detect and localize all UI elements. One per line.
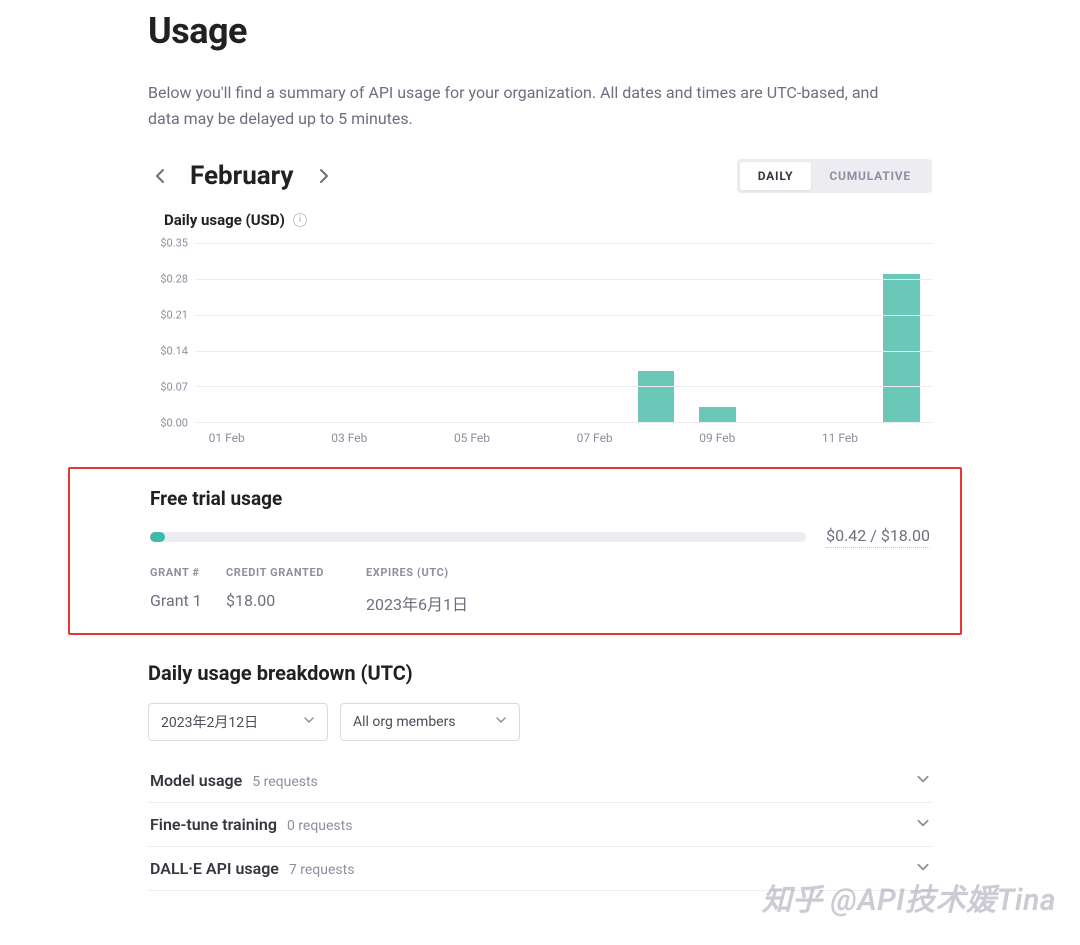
breakdown-row[interactable]: Model usage 5 requests [148, 759, 932, 803]
x-tick: 05 Feb [441, 431, 502, 445]
date-select-value: 2023年2月12日 [161, 712, 258, 732]
bar-slot [380, 243, 441, 422]
month-label: February [190, 161, 294, 191]
gridline [196, 351, 932, 352]
member-select-value: All org members [353, 714, 456, 730]
x-tick: 01 Feb [196, 431, 257, 445]
breakdown-row[interactable]: DALL·E API usage 7 requests [148, 847, 932, 891]
gridline [196, 279, 932, 280]
bar-slot [687, 243, 748, 422]
credit-cell: $18.00 [226, 591, 366, 615]
x-tick [380, 431, 441, 445]
chevron-left-icon [155, 168, 165, 184]
free-trial-progress [150, 532, 806, 542]
y-tick: $0.35 [160, 237, 188, 250]
grant-header: GRANT # [150, 566, 226, 579]
x-tick: 11 Feb [809, 431, 870, 445]
chevron-down-icon [495, 714, 507, 730]
x-tick: 09 Feb [687, 431, 748, 445]
breakdown-name: DALL·E API usage [150, 859, 279, 878]
page-title: Usage [148, 10, 932, 52]
breakdown-count: 0 requests [287, 818, 353, 834]
expires-header: EXPIRES (UTC) [366, 566, 566, 579]
x-tick [503, 431, 564, 445]
free-trial-title: Free trial usage [150, 487, 930, 510]
tab-daily[interactable]: DAILY [740, 162, 812, 190]
daily-usage-chart: Daily usage (USD) i $0.35 $0.28 $0.21 $0.14… [148, 211, 932, 443]
member-select[interactable]: All org members [340, 703, 520, 741]
grant-cell: Grant 1 [150, 591, 226, 615]
expires-cell: 2023年6月1日 [366, 591, 566, 615]
bar[interactable] [638, 371, 675, 422]
bar-slot [748, 243, 809, 422]
chevron-down-icon [916, 771, 930, 790]
breakdown-name: Fine-tune training [150, 815, 277, 834]
gridline [196, 243, 932, 244]
breakdown-name: Model usage [150, 771, 242, 790]
chevron-down-icon [916, 815, 930, 834]
gridline [196, 315, 932, 316]
bar-slot [564, 243, 625, 422]
info-icon[interactable]: i [293, 213, 307, 227]
y-tick: $0.00 [160, 417, 188, 430]
page-description: Below you'll find a summary of API usage… [148, 80, 888, 131]
free-trial-value: $0.42 / $18.00 [826, 526, 930, 548]
breakdown-count: 7 requests [289, 862, 355, 878]
x-tick [625, 431, 686, 445]
breakdown-title: Daily usage breakdown (UTC) [148, 661, 932, 685]
free-trial-progress-fill [150, 532, 165, 542]
x-tick: 03 Feb [319, 431, 380, 445]
x-tick [257, 431, 318, 445]
y-tick: $0.21 [160, 309, 188, 322]
bar-slot [871, 243, 932, 422]
gridline [196, 386, 932, 387]
tab-cumulative[interactable]: CUMULATIVE [811, 162, 929, 190]
y-tick: $0.28 [160, 273, 188, 286]
chart-title: Daily usage (USD) [164, 211, 285, 229]
free-trial-section: Free trial usage $0.42 / $18.00 GRANT # … [68, 467, 962, 635]
bar[interactable] [883, 274, 920, 422]
x-tick: 07 Feb [564, 431, 625, 445]
date-select[interactable]: 2023年2月12日 [148, 703, 328, 741]
x-tick [748, 431, 809, 445]
bar-slot [319, 243, 380, 422]
bar-slot [441, 243, 502, 422]
chevron-down-icon [916, 859, 930, 878]
bar-slot [257, 243, 318, 422]
y-tick: $0.14 [160, 345, 188, 358]
prev-month-button[interactable] [148, 164, 172, 188]
bar-slot [196, 243, 257, 422]
y-tick: $0.07 [160, 381, 188, 394]
x-tick [871, 431, 932, 445]
credit-header: CREDIT GRANTED [226, 566, 366, 579]
chevron-right-icon [319, 168, 329, 184]
bar[interactable] [699, 407, 736, 422]
breakdown-count: 5 requests [252, 774, 318, 790]
view-tabs: DAILY CUMULATIVE [737, 159, 932, 193]
month-nav: February [148, 161, 336, 191]
bar-slot [809, 243, 870, 422]
chevron-down-icon [303, 714, 315, 730]
breakdown-row[interactable]: Fine-tune training 0 requests [148, 803, 932, 847]
next-month-button[interactable] [312, 164, 336, 188]
bar-slot [503, 243, 564, 422]
bar-slot [625, 243, 686, 422]
